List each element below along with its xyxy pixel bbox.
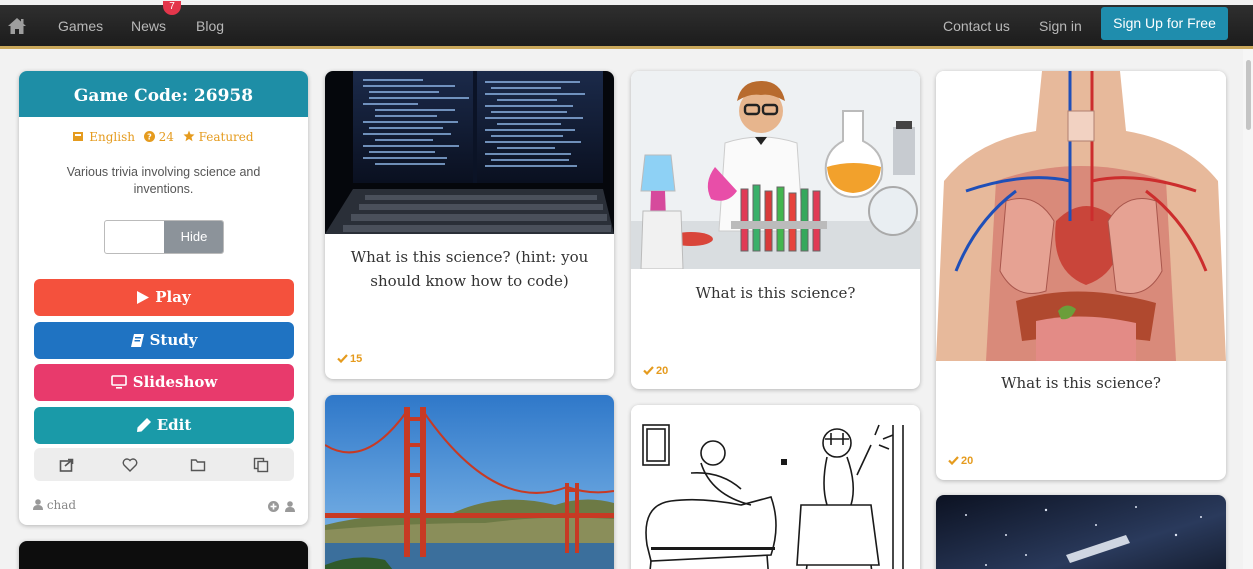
question-circle-icon: ?: [143, 131, 155, 142]
question-text: What is this science?: [695, 284, 856, 302]
question-image-astronomy: [936, 495, 1226, 569]
question-count: 24: [158, 130, 174, 144]
author-name: chad: [46, 498, 77, 512]
star-icon: [183, 130, 195, 142]
question-text: What is this science?: [1001, 374, 1161, 392]
question-card[interactable]: What is this science? (hint: you should …: [325, 71, 614, 379]
checkmark-icon: [643, 366, 654, 376]
game-tools-row: [34, 448, 294, 481]
edit-label: Edit: [156, 416, 192, 434]
nav-signin[interactable]: Sign in: [1039, 18, 1082, 34]
game-info-card: Game Code: 26958 English ? 24 Featured V…: [19, 71, 308, 525]
checkmark-icon: [948, 456, 959, 466]
copy-icon[interactable]: [253, 457, 269, 473]
question-image-chemistry: [631, 71, 920, 269]
question-card[interactable]: [325, 395, 614, 569]
question-image-psychology: [631, 405, 920, 569]
author[interactable]: chad: [33, 498, 76, 512]
score-value: 15: [350, 353, 363, 365]
visibility-toggle[interactable]: Hide: [104, 220, 224, 254]
game-code-title: Game Code: 26958: [19, 71, 308, 117]
plus-circle-icon: [268, 501, 279, 512]
question-score: 20: [643, 365, 668, 377]
svg-text:?: ?: [147, 133, 152, 142]
question-image-code: [325, 71, 614, 234]
nav-blog[interactable]: Blog: [196, 18, 224, 34]
share-icon[interactable]: [59, 457, 75, 473]
question-text: What is this science? (hint: you should …: [350, 248, 589, 290]
toggle-hide-label[interactable]: Hide: [164, 221, 223, 253]
question-card[interactable]: What is this science? 20: [631, 71, 920, 389]
nav-contact[interactable]: Contact us: [943, 18, 1010, 34]
play-icon: [137, 291, 150, 304]
question-card[interactable]: [936, 495, 1226, 569]
study-label: Study: [149, 331, 198, 349]
question-score: 15: [337, 353, 362, 365]
language-label: English: [89, 130, 135, 144]
next-game-card[interactable]: [19, 541, 308, 569]
study-button[interactable]: Study: [34, 322, 294, 359]
edit-button[interactable]: Edit: [34, 407, 294, 444]
slideshow-button[interactable]: Slideshow: [34, 364, 294, 401]
score-value: 20: [961, 455, 974, 467]
user-icon: [33, 499, 43, 510]
question-card[interactable]: What is this science? 20: [936, 71, 1226, 480]
scrollbar-thumb[interactable]: [1246, 60, 1251, 130]
book-icon: [130, 334, 144, 347]
nav-news[interactable]: News: [131, 18, 166, 34]
question-card[interactable]: [631, 405, 920, 569]
score-value: 20: [656, 365, 669, 377]
checkmark-icon: [337, 354, 348, 364]
heart-icon[interactable]: [122, 457, 138, 473]
game-description: Various trivia involving science and inv…: [66, 165, 261, 196]
signup-button[interactable]: Sign Up for Free: [1101, 7, 1228, 40]
language-flag-icon: [73, 132, 84, 141]
monitor-icon: [110, 375, 127, 389]
nav-games[interactable]: Games: [58, 18, 103, 34]
news-count-badge: 7: [163, 1, 181, 15]
play-button[interactable]: Play: [34, 279, 294, 316]
pencil-icon: [136, 418, 151, 432]
user-icon: [285, 501, 296, 512]
slideshow-label: Slideshow: [132, 373, 218, 391]
play-label: Play: [155, 288, 191, 306]
follow-author[interactable]: [268, 499, 296, 517]
game-meta: English ? 24 Featured: [19, 130, 308, 144]
home-icon[interactable]: [7, 16, 27, 36]
question-score: 20: [948, 455, 973, 467]
question-image-anatomy: [936, 71, 1226, 361]
folder-icon[interactable]: [190, 457, 206, 473]
top-navbar: Games News 7 Blog Contact us Sign in Sig…: [0, 1, 1253, 49]
featured-label: Featured: [198, 130, 254, 144]
question-image-bridge: [325, 395, 614, 569]
